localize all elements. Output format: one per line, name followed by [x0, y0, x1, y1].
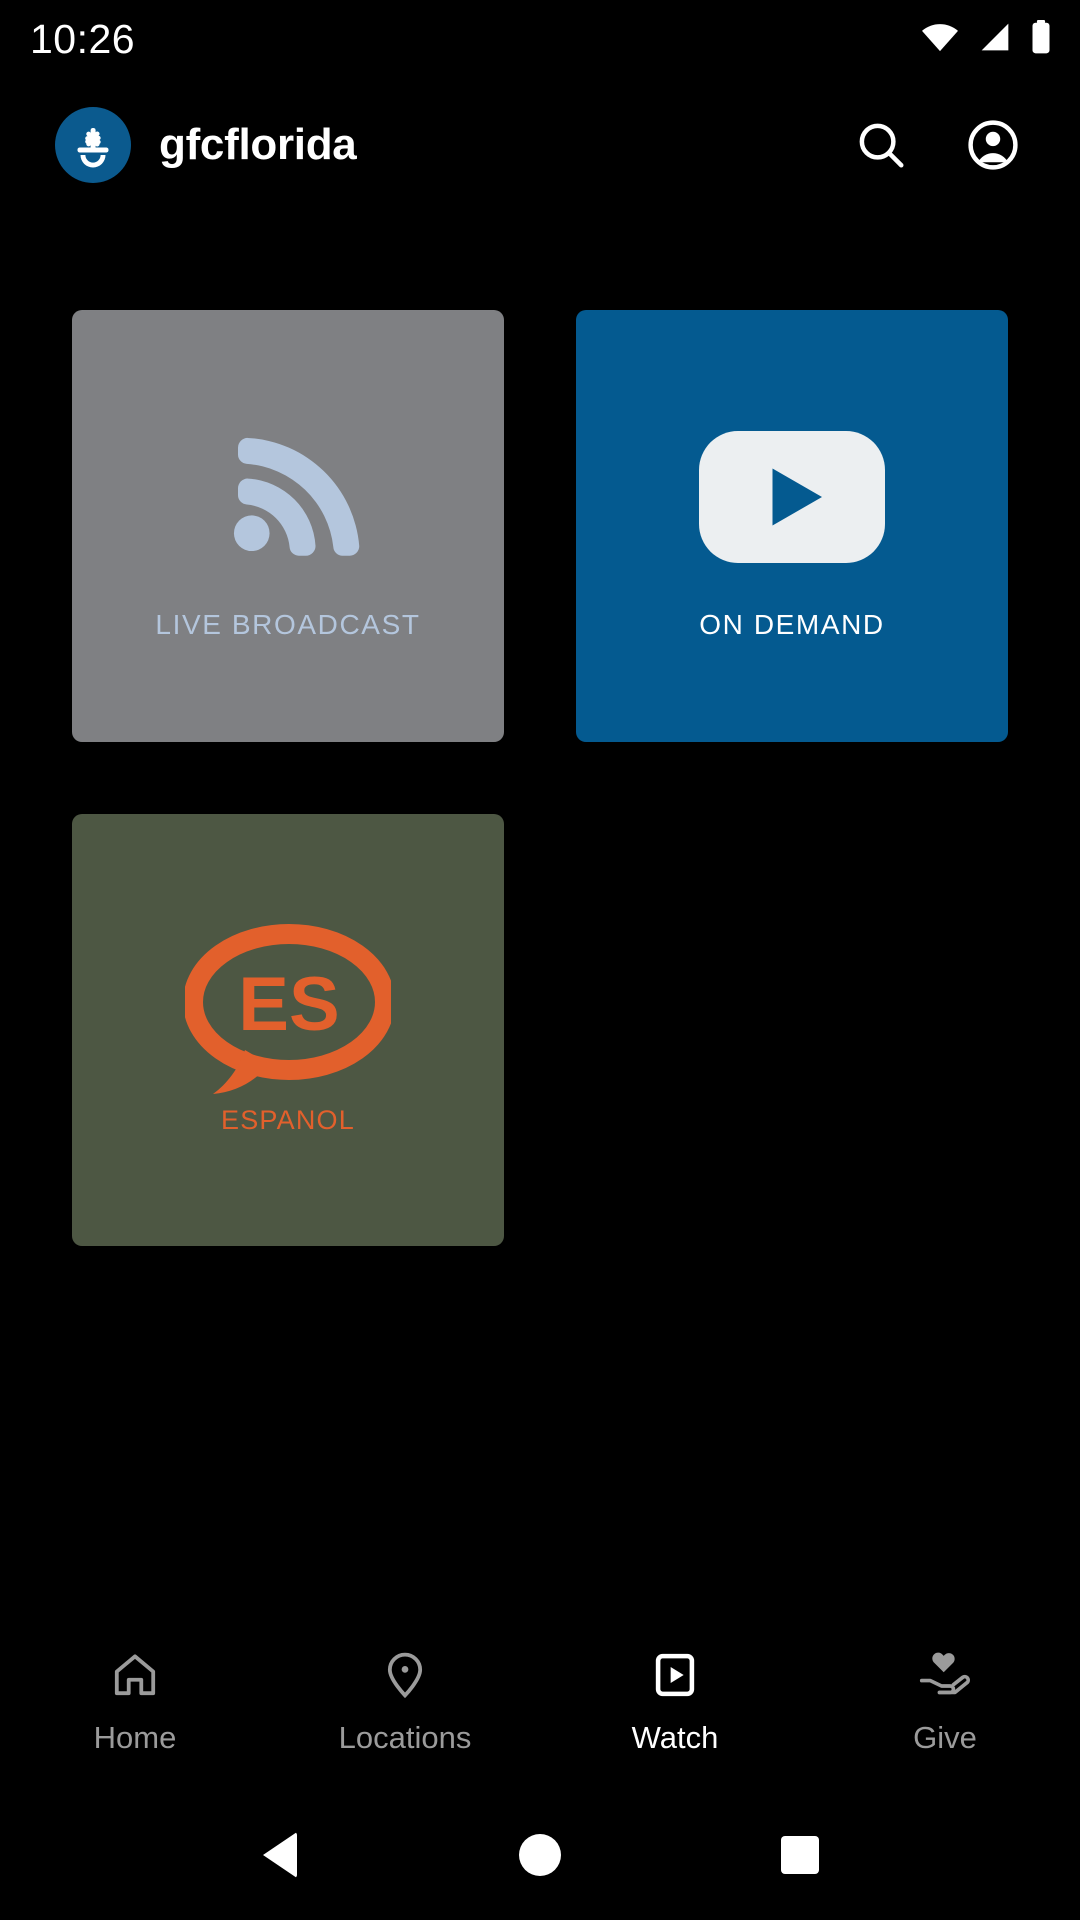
battery-icon [1030, 19, 1052, 59]
system-navigation-bar [0, 1790, 1080, 1920]
status-icons [920, 19, 1052, 59]
tile-on-demand[interactable]: ON DEMAND [576, 310, 1008, 742]
app-header: gfcflorida [0, 90, 1080, 200]
back-glyph [263, 1832, 297, 1878]
triangle-back-icon[interactable] [235, 1810, 325, 1900]
location-pin-icon [379, 1648, 431, 1702]
gfc-sunburst-logo-icon [55, 107, 131, 183]
tile-grid: LIVE BROADCAST ON DEMAND ES ESPANOL [72, 310, 1008, 1246]
youtube-play-icon [699, 411, 885, 583]
status-time: 10:26 [30, 15, 136, 62]
play-box-icon [649, 1648, 701, 1702]
tile-label: LIVE BROADCAST [155, 609, 421, 640]
header-actions [850, 114, 1048, 176]
tab-locations[interactable]: Locations [270, 1620, 540, 1780]
tab-give[interactable]: Give [810, 1620, 1080, 1780]
tab-label: Give [913, 1719, 977, 1755]
status-bar: 10:26 [0, 0, 1080, 78]
app-title: gfcflorida [159, 120, 357, 169]
tab-home[interactable]: Home [0, 1620, 270, 1780]
home-glyph [519, 1834, 561, 1876]
bottom-tab-bar: Home Locations Watch Give [0, 1620, 1080, 1780]
home-icon [109, 1648, 161, 1702]
tile-label: ON DEMAND [699, 609, 885, 640]
brand-block[interactable]: gfcflorida [55, 107, 357, 183]
account-circle-icon[interactable] [962, 114, 1024, 176]
wifi-icon [920, 22, 960, 57]
es-speech-bubble-icon: ES [185, 923, 391, 1097]
app-screen: 10:26 gfcflorida LIVE BROADCAST ON DEMAN… [0, 0, 1080, 1920]
tab-label: Locations [338, 1719, 472, 1755]
hand-heart-icon [917, 1648, 973, 1702]
tab-label: Watch [631, 1719, 719, 1755]
tab-watch[interactable]: Watch [540, 1620, 810, 1780]
cellular-signal-icon [976, 22, 1014, 57]
rss-broadcast-icon [213, 411, 363, 583]
circle-home-icon[interactable] [495, 1810, 585, 1900]
tile-espanol[interactable]: ES ESPANOL [72, 814, 504, 1246]
recents-glyph [781, 1836, 819, 1874]
tile-live-broadcast[interactable]: LIVE BROADCAST [72, 310, 504, 742]
square-recents-icon[interactable] [755, 1810, 845, 1900]
svg-text:ES: ES [238, 962, 339, 1047]
tile-label: ESPANOL [221, 1104, 355, 1135]
tab-label: Home [93, 1719, 177, 1755]
search-icon[interactable] [850, 114, 912, 176]
